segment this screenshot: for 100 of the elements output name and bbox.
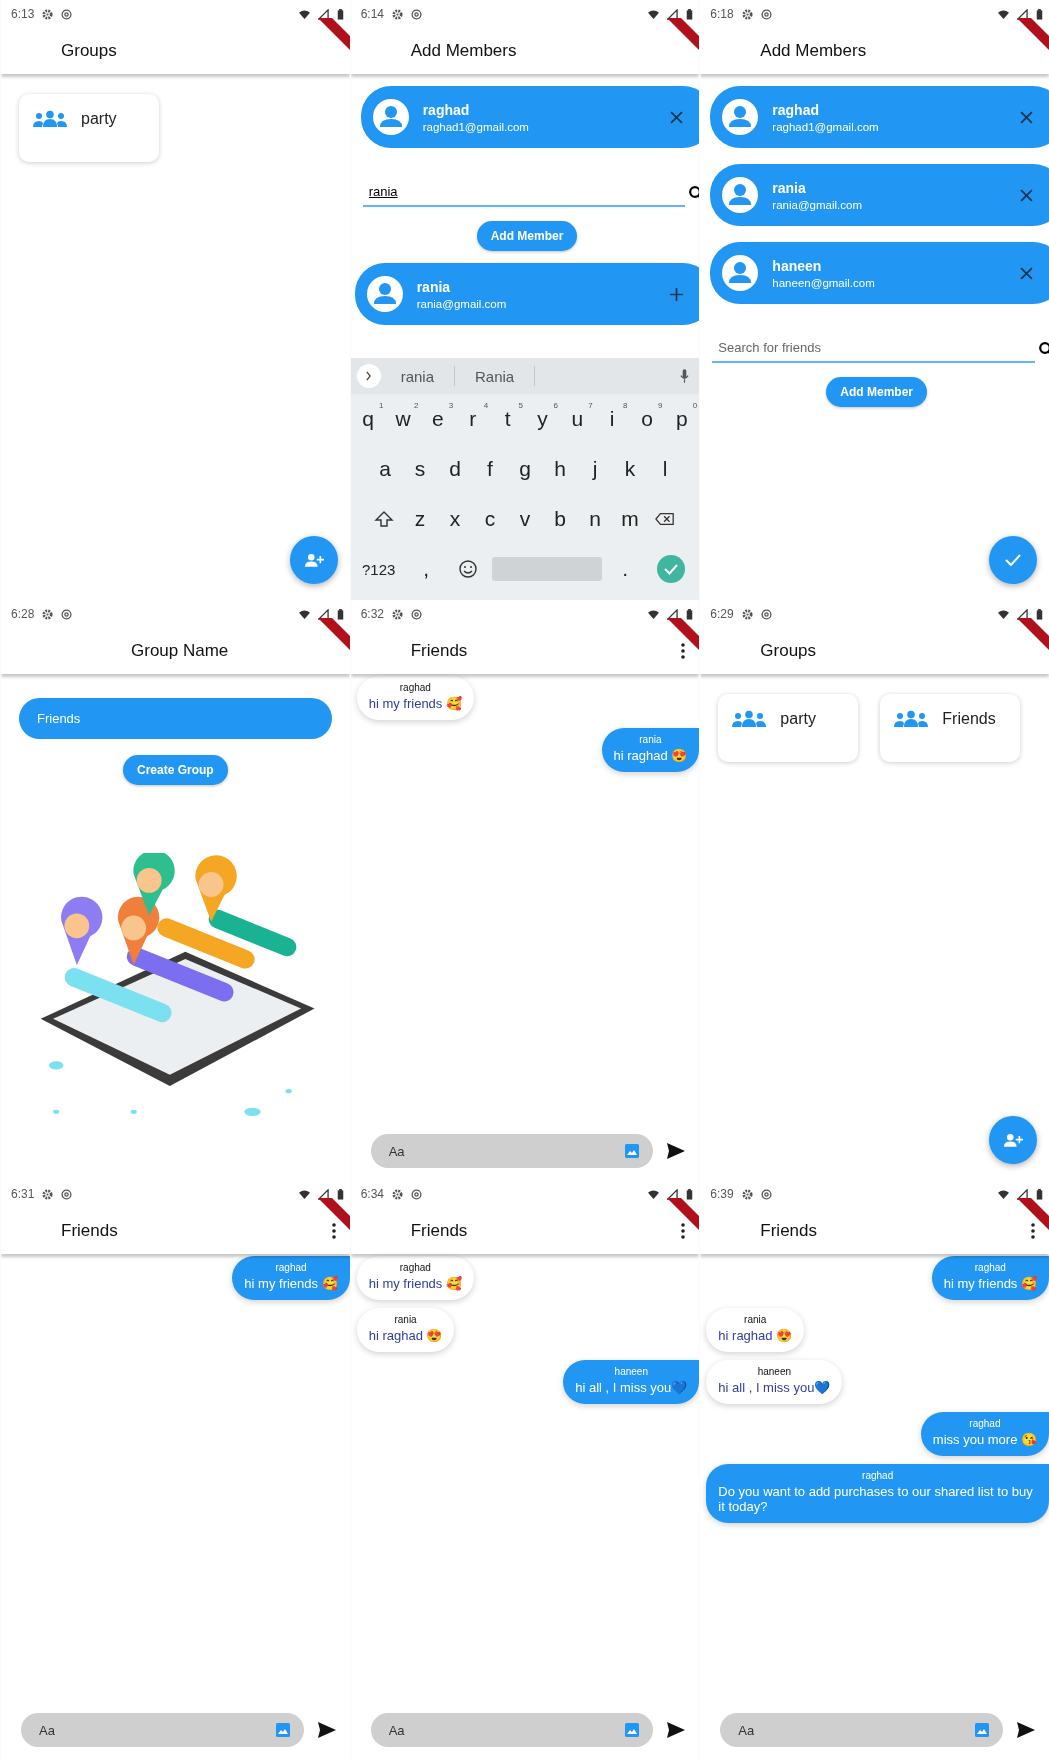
group-card[interactable]: party: [19, 94, 159, 162]
group-card[interactable]: party: [718, 694, 859, 762]
message-sender: rania: [394, 1314, 417, 1325]
app-bar-title: Friends: [61, 1221, 119, 1241]
keyboard-key[interactable]: j: [577, 457, 613, 481]
status-time: 6:28: [11, 607, 35, 621]
keyboard-key[interactable]: z: [402, 507, 438, 531]
done-key-icon[interactable]: [656, 555, 685, 583]
gear-icon: [42, 608, 54, 620]
keyboard-key[interactable]: d: [437, 457, 473, 481]
keyboard-key[interactable]: v: [507, 507, 543, 531]
status-time: 6:34: [360, 1187, 384, 1201]
keyboard-key[interactable]: b: [542, 507, 578, 531]
search-icon[interactable]: [689, 185, 700, 200]
message-text: hi my friends 🥰: [368, 696, 462, 711]
keyboard-key[interactable]: c: [472, 507, 508, 531]
at-sign-icon: [760, 1188, 772, 1200]
word-suggestion[interactable]: Rania: [475, 367, 515, 385]
member-email: raghad1@gmail.com: [422, 120, 530, 133]
send-icon[interactable]: [1017, 1722, 1035, 1738]
battery-icon: [336, 8, 344, 20]
member-email: rania@gmail.com: [416, 297, 508, 310]
member-email: rania@gmail.com: [772, 198, 863, 211]
image-icon[interactable]: [625, 1144, 640, 1158]
people-icon: [894, 710, 929, 728]
add-person-fab[interactable]: [989, 1116, 1037, 1164]
message-input-field[interactable]: Aa: [386, 1721, 626, 1739]
message-bar[interactable]: Aa: [720, 1713, 1003, 1747]
add-person-fab[interactable]: [289, 536, 338, 584]
message-sender: raghad: [399, 682, 431, 693]
word-suggestion[interactable]: rania: [400, 367, 434, 385]
close-icon[interactable]: [670, 110, 684, 124]
keyboard-key[interactable]: n: [577, 507, 613, 531]
keyboard-key[interactable]: l: [647, 457, 683, 481]
at-sign-icon: [411, 608, 422, 620]
signal-icon: [667, 1188, 679, 1200]
message-input-field[interactable]: Aa: [37, 1721, 276, 1739]
add-person-icon: [1003, 1132, 1023, 1148]
gear-icon: [42, 1188, 54, 1200]
battery-icon: [1036, 1188, 1043, 1200]
close-icon[interactable]: [1020, 188, 1033, 202]
at-sign-icon: [760, 8, 772, 20]
avatar-icon: [372, 99, 409, 135]
wifi-icon: [648, 608, 660, 620]
battery-icon: [336, 608, 344, 620]
app-bar-title: Groups: [61, 41, 118, 61]
comma-key[interactable]: ,: [408, 557, 444, 581]
message-sender: raghad: [399, 1262, 431, 1273]
message-bar[interactable]: Aa: [370, 1134, 654, 1168]
message-bar[interactable]: Aa: [21, 1713, 304, 1747]
microphone-icon[interactable]: [680, 368, 690, 384]
keyboard-key[interactable]: g: [507, 457, 543, 481]
member-name: raghad: [772, 101, 820, 118]
send-icon[interactable]: [317, 1722, 336, 1738]
keyboard-key[interactable]: h: [542, 457, 578, 481]
image-icon[interactable]: [275, 1723, 290, 1737]
plus-icon[interactable]: [670, 287, 684, 301]
gear-icon: [741, 608, 753, 620]
battery-icon: [686, 608, 694, 620]
keyboard-key[interactable]: f: [472, 457, 508, 481]
keyboard-key[interactable]: a: [367, 457, 403, 481]
more-options-icon[interactable]: [681, 1223, 686, 1239]
more-options-icon[interactable]: [1031, 1223, 1035, 1239]
app-bar-title: Add Members: [410, 41, 518, 61]
wifi-icon: [998, 8, 1009, 20]
image-icon[interactable]: [975, 1723, 989, 1737]
group-card[interactable]: Friends: [880, 694, 1021, 762]
close-icon[interactable]: [1020, 266, 1033, 280]
wifi-icon: [998, 608, 1009, 620]
message-bar[interactable]: Aa: [370, 1713, 654, 1747]
more-options-icon[interactable]: [331, 1223, 336, 1239]
at-sign-icon: [61, 1188, 73, 1200]
keyboard-key[interactable]: s: [402, 457, 438, 481]
keyboard-key[interactable]: m: [612, 507, 648, 531]
search-field[interactable]: Search for friends: [712, 334, 1035, 363]
emoji-key-icon[interactable]: [457, 559, 478, 579]
member-name: rania: [416, 278, 452, 295]
image-icon[interactable]: [625, 1723, 640, 1737]
status-time: 6:13: [11, 7, 35, 21]
keyboard-key[interactable]: x: [437, 507, 473, 531]
close-icon[interactable]: [1020, 110, 1033, 124]
search-field[interactable]: rania: [362, 178, 686, 207]
message-text: Do you want to add purchases to our shared list to buy it today?: [718, 1484, 1034, 1514]
confirm-fab[interactable]: [989, 536, 1037, 584]
search-icon[interactable]: [1039, 341, 1049, 356]
expand-suggestions-button[interactable]: [356, 364, 381, 388]
battery-icon: [686, 1188, 694, 1200]
send-icon[interactable]: [667, 1722, 686, 1738]
signal-icon: [1017, 8, 1028, 20]
more-options-icon[interactable]: [681, 643, 686, 659]
app-bar-title: Add Members: [760, 41, 868, 61]
symbols-key[interactable]: ?123: [354, 560, 403, 578]
period-key[interactable]: .: [607, 557, 643, 581]
keyboard-key[interactable]: k: [612, 457, 648, 481]
message-input-field[interactable]: Aa: [736, 1721, 975, 1739]
send-icon[interactable]: [667, 1143, 686, 1159]
app-bar-title: Group Name: [131, 641, 229, 661]
shift-key-icon[interactable]: [374, 509, 395, 529]
signal-icon: [1017, 608, 1028, 620]
message-input-field[interactable]: Aa: [386, 1142, 626, 1160]
